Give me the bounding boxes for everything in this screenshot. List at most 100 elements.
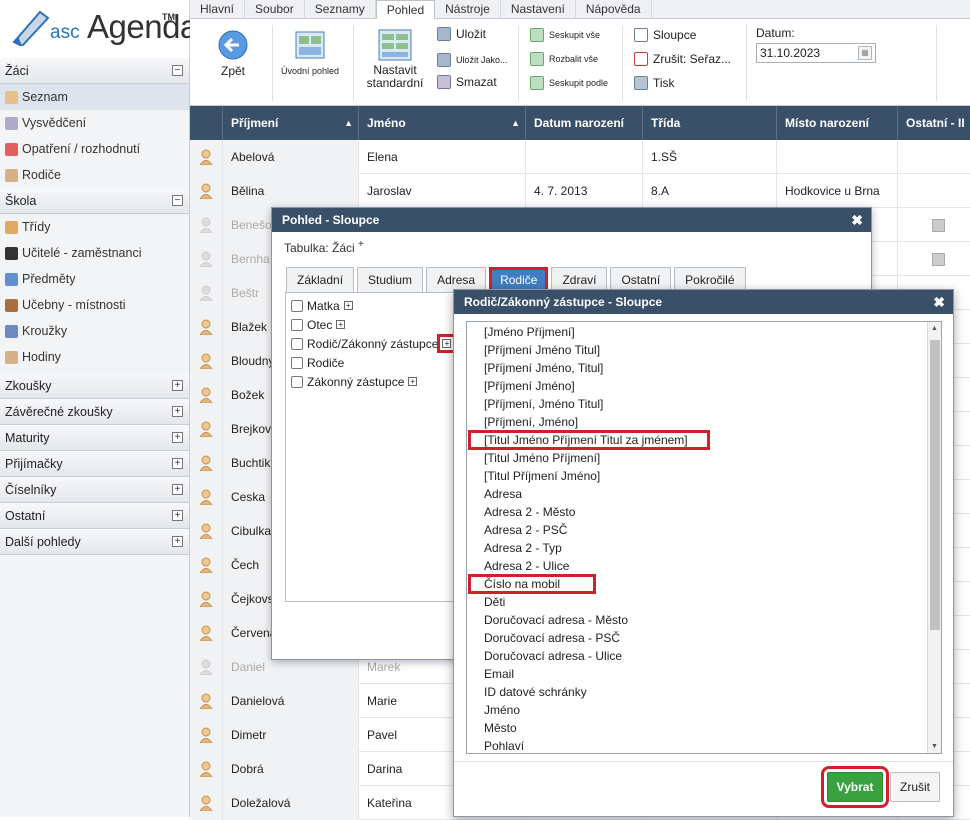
tab-zakladni[interactable]: Základní <box>286 267 355 292</box>
list-item[interactable]: Email <box>467 665 941 683</box>
set-standard-button[interactable]: Nastavit standardní <box>360 29 430 90</box>
list-item[interactable]: [Příjmení, Jméno Titul] <box>467 395 941 413</box>
list-item[interactable]: Adresa 2 - Ulice <box>467 557 941 575</box>
print-button[interactable]: Tisk <box>634 76 675 90</box>
save-as-button[interactable]: Uložit Jako... <box>437 53 508 67</box>
table-row[interactable]: Bělina Jaroslav 4. 7. 2013 8.A Hodkovice u B… <box>190 174 970 208</box>
list-item[interactable]: [Jméno Příjmení] <box>467 323 941 341</box>
scrollbar[interactable]: ▲ ▼ <box>927 322 941 753</box>
list-item[interactable]: [Titul Jméno Příjmení Titul za jménem] <box>468 430 710 450</box>
list-item[interactable]: [Příjmení Jméno] <box>467 377 941 395</box>
list-item[interactable]: [Příjmení Jméno Titul] <box>467 341 941 359</box>
list-item[interactable]: Adresa 2 - PSČ <box>467 521 941 539</box>
sidebar-item-ucebny[interactable]: Učebny - místnosti <box>0 292 189 318</box>
tab-nastaveni[interactable]: Nastavení <box>501 0 576 19</box>
checkbox[interactable] <box>291 356 303 369</box>
expand-icon[interactable]: + <box>172 536 183 547</box>
sidebar-section-ciselniky[interactable]: Číselníky + <box>0 477 189 503</box>
save-button[interactable]: Uložit <box>437 27 486 41</box>
home-view-button[interactable]: Úvodní pohled <box>278 31 342 76</box>
list-item[interactable]: [Titul Příjmení Jméno] <box>467 467 941 485</box>
tab-nastroje[interactable]: Nástroje <box>435 0 501 19</box>
list-item[interactable]: Doručovací adresa - PSČ <box>467 629 941 647</box>
columns-button[interactable]: Sloupce <box>634 28 696 42</box>
header-surname[interactable]: Příjmení ▲ <box>223 106 359 140</box>
tab-soubor[interactable]: Soubor <box>245 0 305 19</box>
checkbox[interactable] <box>291 318 303 331</box>
tree-node-rodice[interactable]: Rodiče <box>286 353 454 372</box>
tree-node-zakonny[interactable]: Zákonný zástupce + <box>286 372 454 391</box>
header-place[interactable]: Místo narození <box>777 106 898 140</box>
sidebar-section-ostatni[interactable]: Ostatní + <box>0 503 189 529</box>
sidebar-item-tridy[interactable]: Třídy <box>0 214 189 240</box>
sidebar-section-zaci[interactable]: Žáci − <box>0 58 189 84</box>
tree-node-rodic-zakonny[interactable]: Rodič/Zákonný zástupce + <box>286 334 457 353</box>
list-item[interactable]: [Příjmení Jméno, Titul] <box>467 359 941 377</box>
collapse-icon[interactable]: − <box>172 65 183 76</box>
scroll-up-icon[interactable]: ▲ <box>931 325 938 332</box>
header-other[interactable]: Ostatní - II <box>898 106 970 140</box>
list-item[interactable]: Adresa <box>467 485 941 503</box>
group-all-button[interactable]: Seskupit vše <box>530 28 600 42</box>
checkbox[interactable] <box>291 375 303 388</box>
list-item[interactable]: Adresa 2 - Typ <box>467 539 941 557</box>
header-dob[interactable]: Datum narození <box>526 106 643 140</box>
tree-node-matka[interactable]: Matka + <box>286 296 454 315</box>
expand-icon[interactable]: + <box>172 458 183 469</box>
group-by-button[interactable]: Seskupit podle <box>530 76 608 90</box>
column-list[interactable]: [Jméno Příjmení] [Příjmení Jméno Titul] [P… <box>466 321 942 754</box>
select-button[interactable]: Vybrat <box>821 766 889 808</box>
list-item[interactable]: Doručovací adresa - Město <box>467 611 941 629</box>
tab-studium[interactable]: Studium <box>357 267 424 292</box>
cancel-button[interactable]: Zrušit <box>890 772 940 802</box>
expand-icon[interactable]: + <box>336 320 346 329</box>
expand-icon[interactable]: + <box>172 406 183 417</box>
tab-pohled[interactable]: Pohled <box>375 0 436 20</box>
list-item[interactable]: Jméno <box>467 701 941 719</box>
header-class[interactable]: Třída <box>643 106 777 140</box>
sidebar-item-krouzky[interactable]: Kroužky <box>0 318 189 344</box>
list-item[interactable]: Město <box>467 719 941 737</box>
expand-icon[interactable]: + <box>408 377 418 386</box>
expand-icon[interactable]: + <box>172 484 183 495</box>
tab-seznamy[interactable]: Seznamy <box>305 0 376 19</box>
close-icon[interactable]: ✖ <box>851 208 863 232</box>
expand-icon[interactable]: + <box>172 432 183 443</box>
tree-node-otec[interactable]: Otec + <box>286 315 454 334</box>
calendar-icon[interactable]: ▦ <box>858 46 872 60</box>
close-icon[interactable]: ✖ <box>933 290 945 314</box>
expand-icon[interactable]: + <box>437 334 457 353</box>
sidebar-section-zaverecne[interactable]: Závěrečné zkoušky + <box>0 399 189 425</box>
tab-napoveda[interactable]: Nápověda <box>576 0 652 19</box>
list-item[interactable]: [Titul Jméno Příjmení] <box>467 449 941 467</box>
sidebar-item-opatreni[interactable]: Opatření / rozhodnutí <box>0 136 189 162</box>
expand-icon[interactable]: + <box>172 510 183 521</box>
sidebar-section-zkousky[interactable]: Zkoušky + <box>0 373 189 399</box>
collapse-icon[interactable]: − <box>172 195 183 206</box>
sidebar-item-hodiny[interactable]: Hodiny <box>0 344 189 370</box>
sidebar-section-skola[interactable]: Škola − <box>0 188 189 214</box>
list-item[interactable]: [Příjmení, Jméno] <box>467 413 941 431</box>
back-button[interactable]: Zpět <box>208 29 258 78</box>
list-item[interactable]: Doručovací adresa - Ulice <box>467 647 941 665</box>
list-item[interactable]: Děti <box>467 593 941 611</box>
tab-hlavni[interactable]: Hlavní <box>190 0 246 19</box>
checkbox[interactable] <box>291 337 303 350</box>
cancel-sort-button[interactable]: Zrušit: Seřaz... <box>634 52 731 66</box>
sidebar-item-vysvedceni[interactable]: Vysvědčení <box>0 110 189 136</box>
expand-icon[interactable]: + <box>172 380 183 391</box>
table-row[interactable]: Abelová Elena 1.SŠ <box>190 140 970 174</box>
sidebar-item-rodice[interactable]: Rodiče <box>0 162 189 188</box>
sidebar-section-prijimacky[interactable]: Přijímačky + <box>0 451 189 477</box>
list-item[interactable]: Číslo na mobil <box>468 574 596 594</box>
sidebar-section-maturity[interactable]: Maturity + <box>0 425 189 451</box>
sidebar-item-seznam[interactable]: Seznam <box>0 84 189 110</box>
sidebar-item-predmety[interactable]: Předměty <box>0 266 189 292</box>
list-item[interactable]: Adresa 2 - Město <box>467 503 941 521</box>
list-item[interactable]: Pohlaví <box>467 737 941 753</box>
sidebar-section-dalsi[interactable]: Další pohledy + <box>0 529 189 555</box>
expand-icon[interactable]: + <box>343 301 353 310</box>
list-item[interactable]: ID datové schránky <box>467 683 941 701</box>
sidebar-item-ucitele[interactable]: Učitelé - zaměstnanci <box>0 240 189 266</box>
scrollbar-thumb[interactable] <box>930 340 940 630</box>
